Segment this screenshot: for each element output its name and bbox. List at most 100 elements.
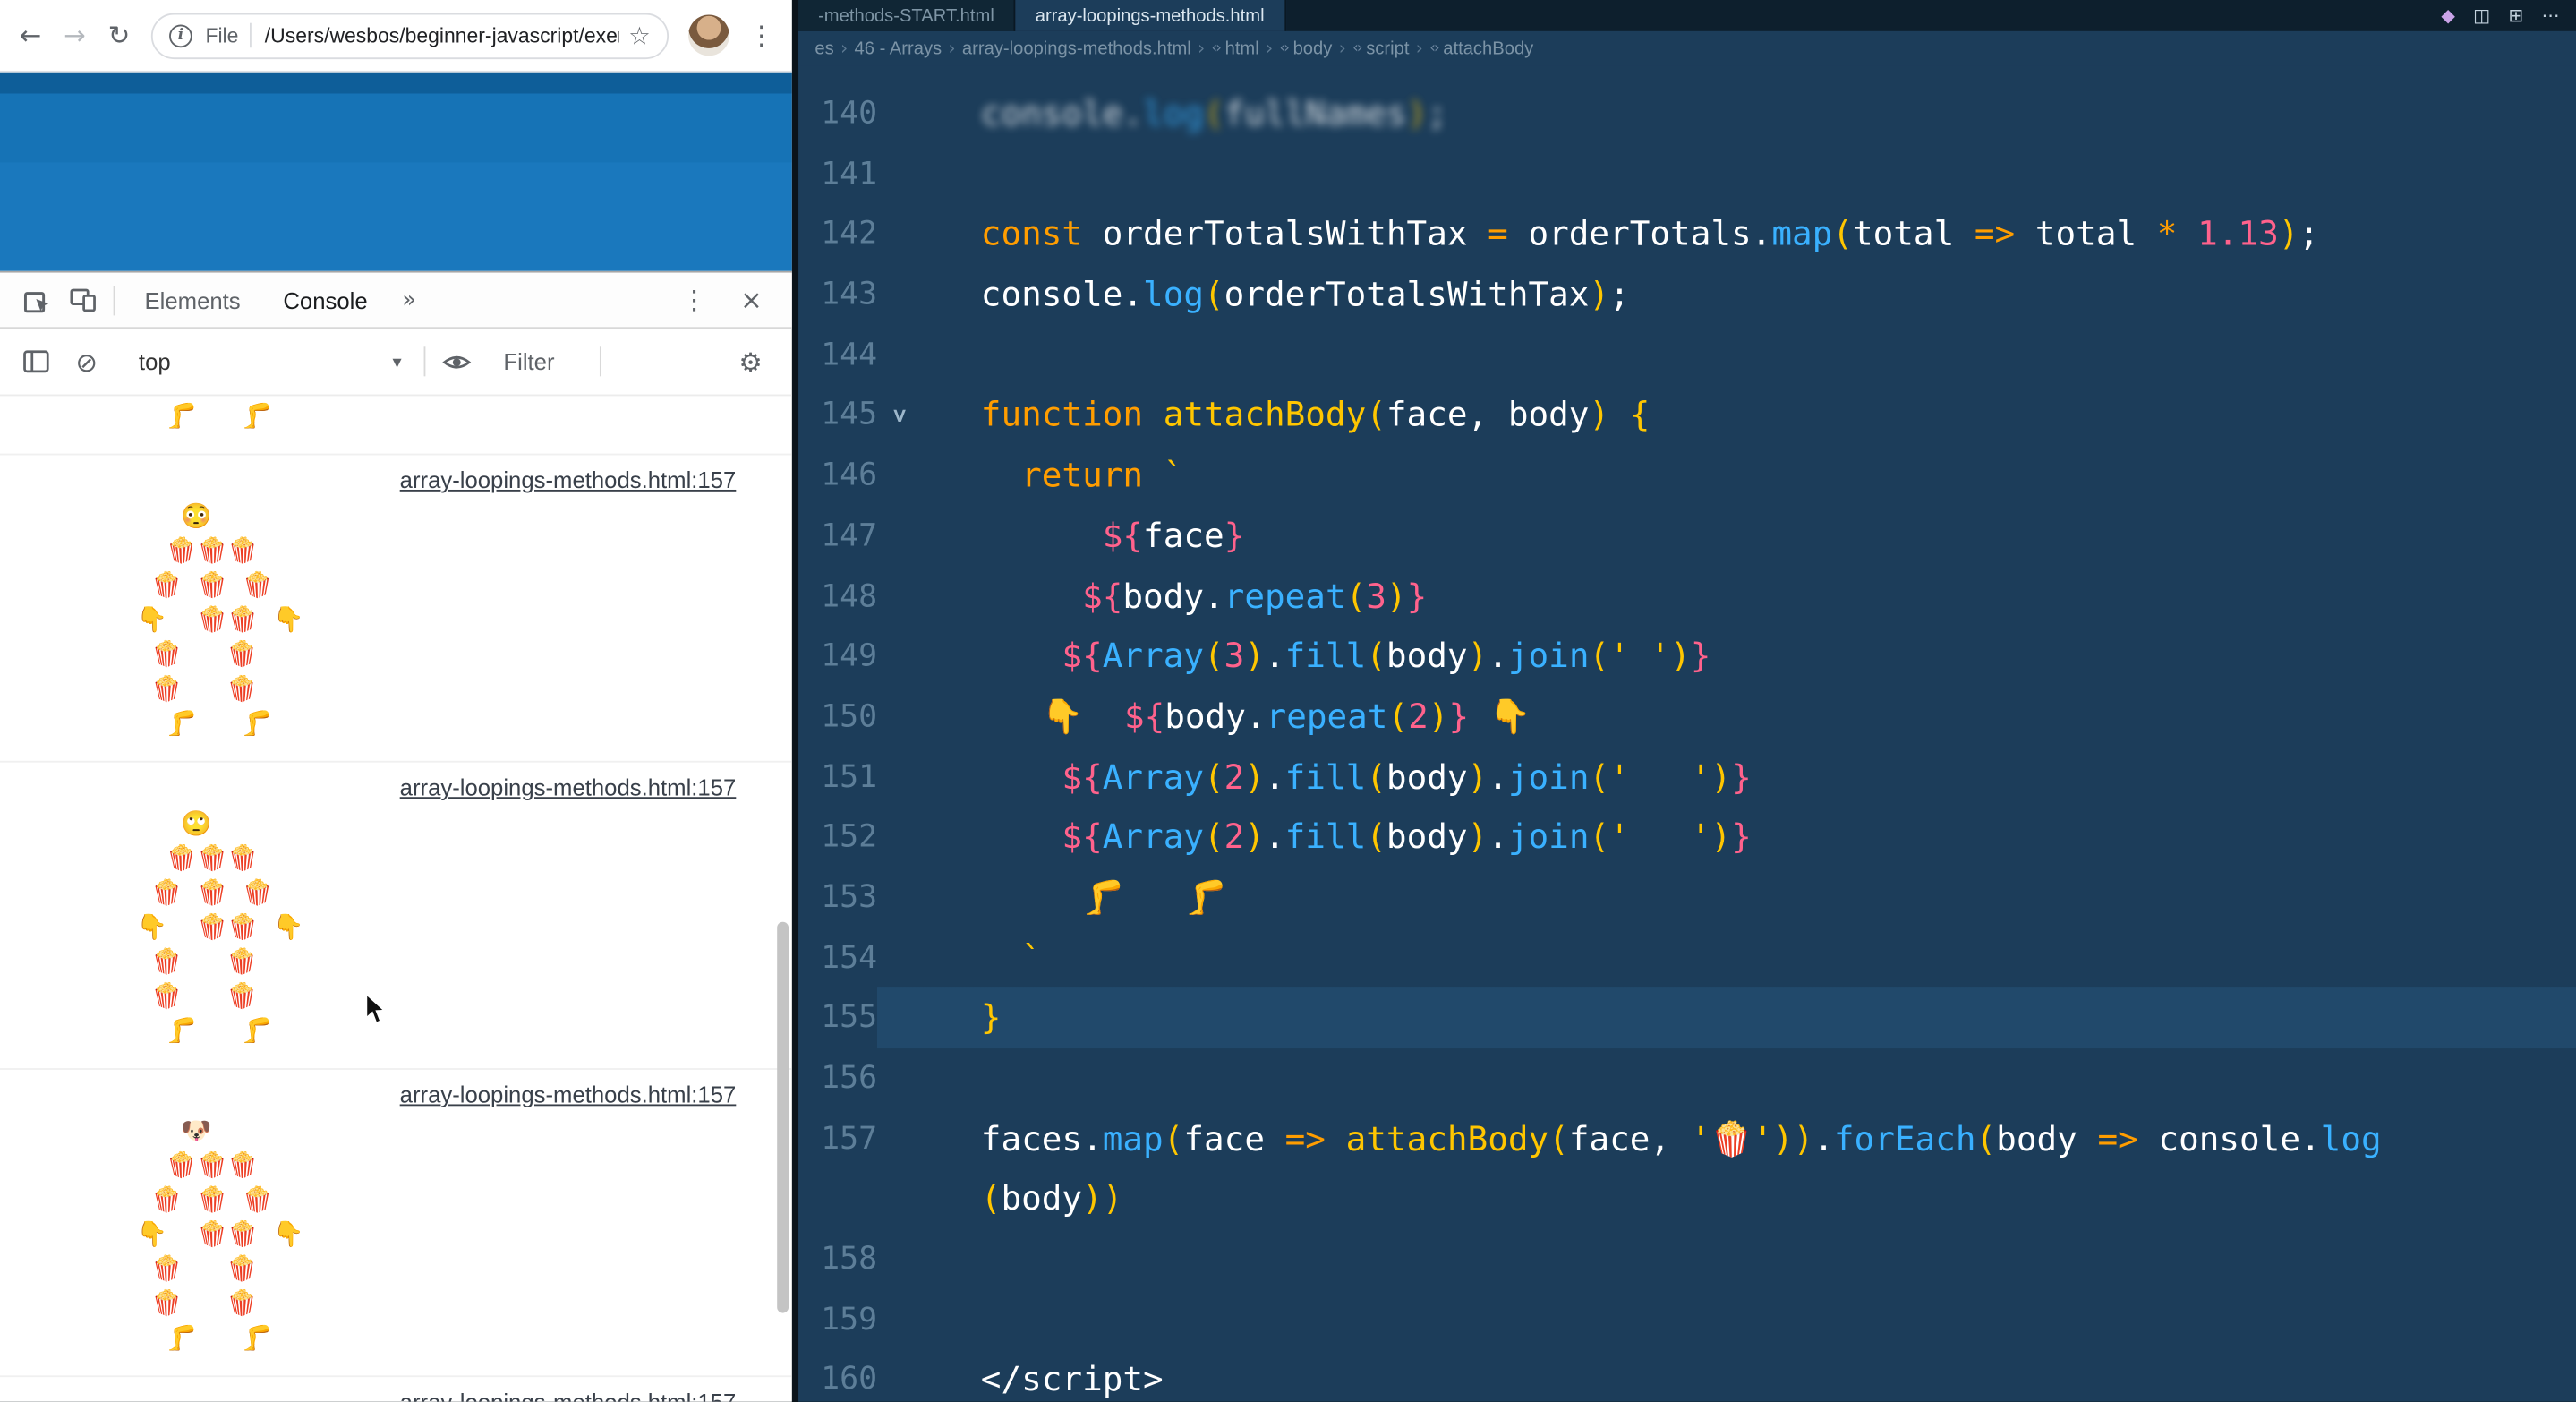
code-line[interactable]: 152 ${Array(2).fill(body).join(' ')} [798,808,2576,868]
line-number[interactable]: 153 [798,868,877,928]
code-line[interactable]: 151 ${Array(2).fill(body).join(' ')} [798,747,2576,807]
line-number[interactable] [798,1169,877,1229]
console-sidebar-toggle-icon[interactable] [13,338,59,384]
divider [424,346,426,376]
clear-console-button[interactable]: ⊘ [59,346,114,377]
console-source-link[interactable]: array-loopings-methods.html:157 [400,1389,737,1402]
line-number[interactable]: 144 [798,325,877,385]
divider [250,23,252,48]
line-number[interactable]: 150 [798,687,877,747]
device-toolbar-icon[interactable] [59,277,105,322]
context-selector[interactable]: top ▾ [124,340,416,383]
breadcrumb-label: body [1293,38,1333,58]
code-line[interactable]: 140console.log(fullNames); [798,84,2576,144]
code-line[interactable]: 154 ` [798,928,2576,987]
gutter-fold [877,506,920,566]
live-expression-eye-icon[interactable] [434,338,480,384]
more-actions-icon[interactable]: ⋯ [2542,5,2560,27]
code-line[interactable]: 146 return ` [798,446,2576,506]
address-bar[interactable]: i File /Users/wesbos/beginner-javascript… [151,13,669,58]
context-selector-value: top [139,348,171,374]
bookmark-star-icon[interactable]: ☆ [628,21,651,50]
code-line[interactable]: (body)) [798,1169,2576,1229]
editor-code[interactable]: 140console.log(fullNames);141142const or… [798,65,2576,1402]
profile-avatar[interactable] [688,15,729,56]
devtools-menu-button[interactable]: ⋮ [665,285,724,316]
line-number[interactable]: 160 [798,1350,877,1402]
console-source-link[interactable]: array-loopings-methods.html:157 [400,466,737,492]
line-number[interactable]: 151 [798,747,877,807]
code-line[interactable]: 150 👇 ${body.repeat(2)} 👇 [798,687,2576,747]
filter-input[interactable] [503,348,592,374]
layout-icon[interactable]: ⊞ [2508,5,2523,27]
line-number[interactable]: 140 [798,84,877,144]
code-line[interactable]: 158 [798,1229,2576,1289]
code-text [920,1048,2576,1108]
line-number[interactable]: 152 [798,808,877,868]
line-number[interactable]: 146 [798,446,877,506]
console-source-link[interactable]: array-loopings-methods.html:157 [400,1081,737,1107]
line-number[interactable]: 147 [798,506,877,566]
webpage-content [0,73,792,271]
code-line[interactable]: 141 [798,144,2576,204]
gem-icon[interactable]: ◆ [2441,5,2455,27]
code-line[interactable]: 149 ${Array(3).fill(body).join(' ')} [798,627,2576,687]
tab-console[interactable]: Console [262,273,389,328]
line-number[interactable]: 156 [798,1048,877,1108]
line-number[interactable]: 149 [798,627,877,687]
breadcrumb-item[interactable]: array-loopings-methods.html [962,38,1191,58]
code-text [920,1229,2576,1289]
line-number[interactable]: 157 [798,1108,877,1168]
code-line[interactable]: 153 🦵 🦵 [798,868,2576,928]
url-scheme-chip: File [205,24,238,47]
line-number[interactable]: 154 [798,928,877,987]
breadcrumb-item[interactable]: ‹›html [1212,38,1259,58]
breadcrumb-label: attachBody [1443,38,1533,58]
code-line[interactable]: 144 [798,325,2576,385]
breadcrumb-item[interactable]: 46 - Arrays [855,38,943,58]
code-line[interactable]: 147 ${face} [798,506,2576,566]
breadcrumb-item[interactable]: ‹›attachBody [1429,38,1533,58]
browser-window: ← → ↻ i File /Users/wesbos/beginner-java… [0,0,792,1402]
line-number[interactable]: 155 [798,988,877,1048]
editor-actions: ◆ ◫ ⊞ ⋯ [2425,0,2576,31]
back-button[interactable]: ← [10,20,51,51]
info-icon[interactable]: i [169,24,192,47]
breadcrumb-item[interactable]: ‹›body [1280,38,1333,58]
code-line[interactable]: 159 [798,1289,2576,1349]
reload-button[interactable]: ↻ [98,20,140,51]
browser-menu-button[interactable]: ⋮ [741,20,782,51]
more-tabs-button[interactable]: » [389,286,430,312]
line-number[interactable]: 142 [798,204,877,264]
code-line[interactable]: 142const orderTotalsWithTax = orderTotal… [798,204,2576,264]
line-number[interactable]: 148 [798,566,877,626]
console-source-link[interactable]: array-loopings-methods.html:157 [400,774,737,800]
line-number[interactable]: 159 [798,1289,877,1349]
code-line[interactable]: 160</script> [798,1350,2576,1402]
forward-button[interactable]: → [55,20,96,51]
code-line[interactable]: 157faces.map(face => attachBody(face, '🍿… [798,1108,2576,1168]
line-number[interactable]: 145 [798,385,877,445]
code-text: function attachBody(face, body) { [920,385,2576,445]
editor-tab[interactable]: -methods-START.html [798,0,1016,31]
line-number[interactable]: 158 [798,1229,877,1289]
editor-tab[interactable]: array-loopings-methods.html [1016,0,1286,31]
console-settings-gear-icon[interactable]: ⚙ [722,346,779,377]
code-line[interactable]: 145 > function attachBody(face, body) { [798,385,2576,445]
breadcrumb-item[interactable]: es [815,38,833,58]
code-line[interactable]: 156 [798,1048,2576,1108]
inspect-element-icon[interactable] [13,277,59,322]
fold-chevron-icon[interactable]: > [885,408,911,422]
devtools-close-button[interactable]: × [724,285,779,316]
code-line[interactable]: 143console.log(orderTotalsWithTax); [798,265,2576,325]
line-number[interactable]: 141 [798,144,877,204]
breadcrumb-label: es [815,38,833,58]
breadcrumb-item[interactable]: ‹›script [1352,38,1409,58]
gutter-fold [877,1108,920,1168]
code-line[interactable]: 148 ${body.repeat(3)} [798,566,2576,626]
line-number[interactable]: 143 [798,265,877,325]
tab-elements[interactable]: Elements [124,273,262,328]
split-editor-icon[interactable]: ◫ [2473,5,2490,27]
code-line[interactable]: 155} [798,988,2576,1048]
console-scrollbar[interactable] [777,922,789,1313]
